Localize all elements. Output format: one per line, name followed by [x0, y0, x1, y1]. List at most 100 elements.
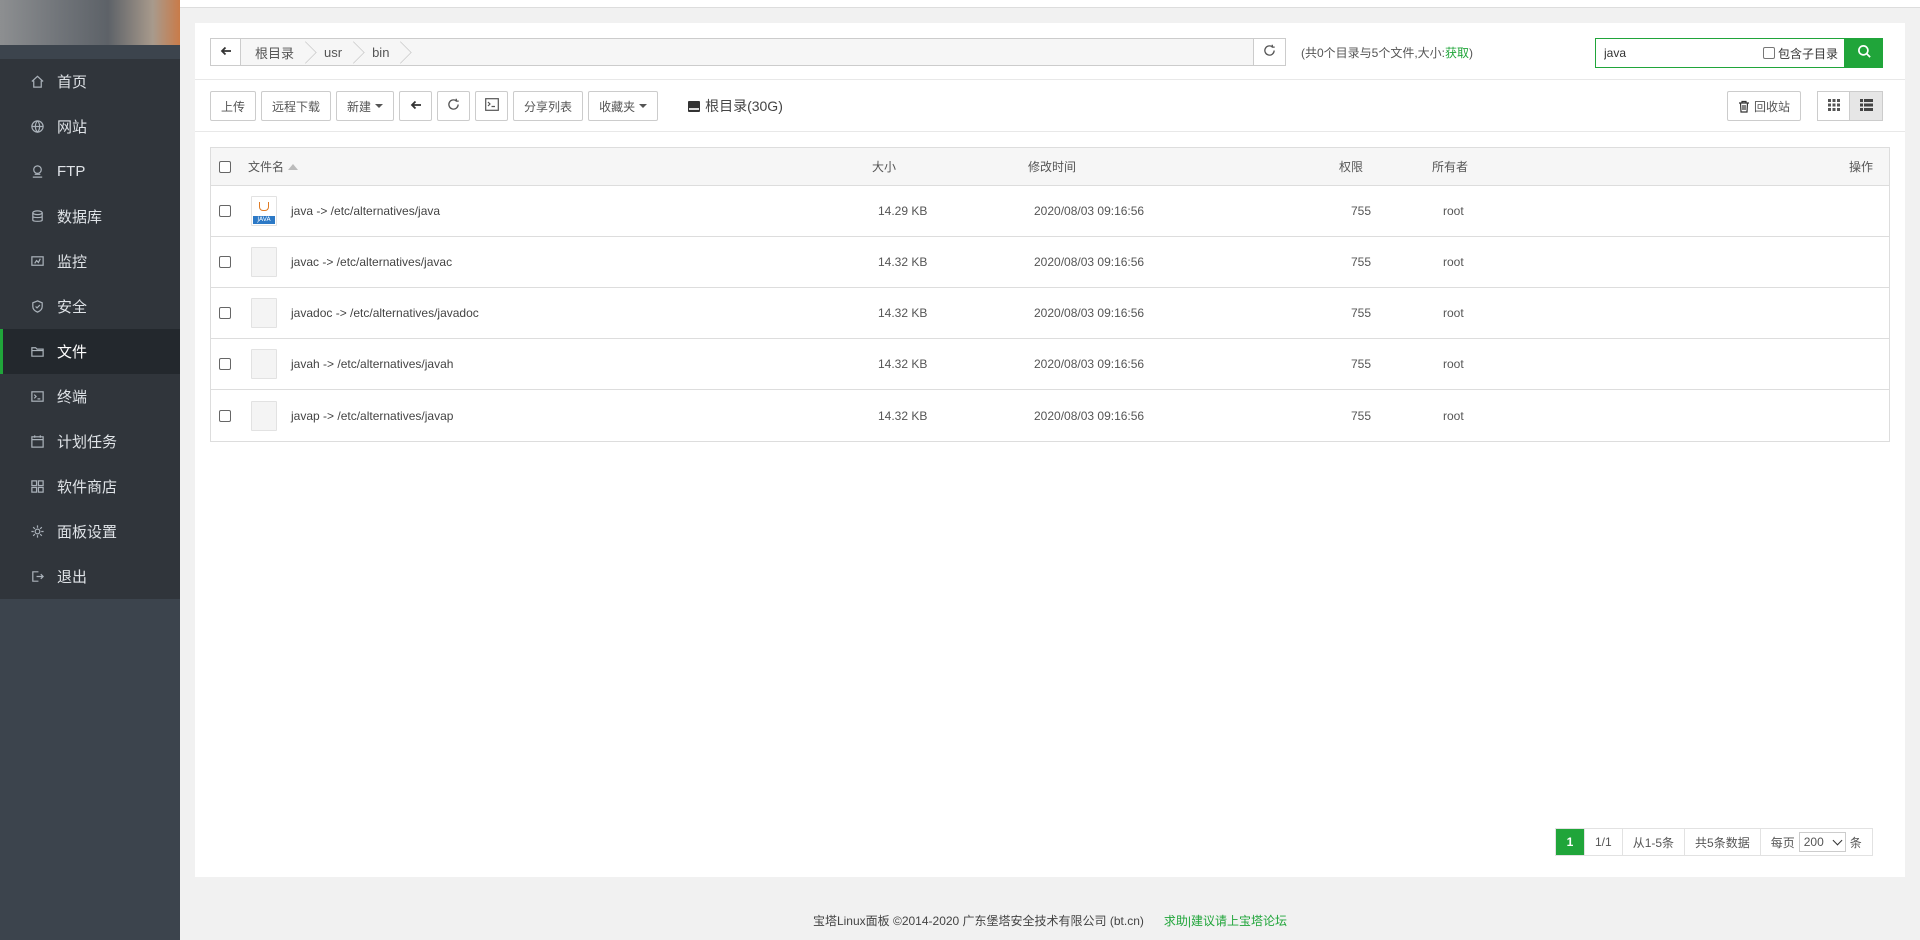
file-owner[interactable]: root — [1443, 255, 1464, 269]
row-checkbox[interactable] — [219, 307, 231, 319]
file-owner[interactable]: root — [1443, 204, 1464, 218]
row-checkbox[interactable] — [219, 409, 231, 422]
per-page-value: 200 — [1803, 835, 1824, 849]
sidebar-item-label: 网站 — [57, 119, 88, 136]
file-mtime: 2020/08/03 09:16:56 — [1034, 408, 1145, 423]
table-row[interactable]: javap -> /etc/alternatives/javap 14.32 K… — [211, 390, 1889, 441]
table-row[interactable]: javac -> /etc/alternatives/javac 14.32 K… — [211, 237, 1889, 288]
table-row[interactable]: javadoc -> /etc/alternatives/javadoc 14.… — [211, 288, 1889, 339]
search-button[interactable] — [1845, 38, 1883, 68]
file-size: 14.32 KB — [878, 408, 928, 423]
sidebar: 首页 网站 FTP 数据库 监控 安全 文件 终端 计划任务 软件商店 面板设置… — [0, 0, 180, 940]
sidebar-item-terminal[interactable]: 终端 — [0, 374, 180, 419]
per-page-label: 每页 — [1770, 835, 1795, 850]
per-page-select[interactable]: 200 — [1798, 832, 1846, 852]
search-input[interactable] — [1596, 40, 1746, 66]
remote-download-button[interactable]: 远程下载 — [261, 91, 332, 121]
file-owner[interactable]: root — [1443, 357, 1464, 371]
sidebar-item-store[interactable]: 软件商店 — [0, 464, 180, 509]
back-button[interactable] — [399, 91, 433, 121]
monitor-icon — [29, 254, 45, 270]
sidebar-item-label: 监控 — [57, 254, 88, 271]
header-name[interactable]: 文件名 — [248, 148, 299, 185]
file-perm[interactable]: 755 — [1351, 204, 1371, 218]
header-owner[interactable]: 所有者 — [1432, 148, 1468, 185]
get-size-link[interactable]: 获取 — [1445, 46, 1469, 60]
row-checkbox[interactable] — [219, 205, 231, 217]
recycle-bin-button[interactable]: 回收站 — [1727, 91, 1802, 121]
share-list-button[interactable]: 分享列表 — [513, 91, 584, 121]
new-dropdown-button[interactable]: 新建 — [336, 91, 395, 121]
select-all-checkbox[interactable] — [219, 160, 231, 173]
file-name[interactable]: javadoc -> /etc/alternatives/javadoc — [291, 306, 479, 320]
breadcrumb-bin[interactable]: bin — [358, 39, 405, 65]
root-disk-button[interactable]: 根目录(30G) — [688, 96, 783, 116]
terminal-button[interactable] — [475, 91, 509, 121]
header-action-label: 操作 — [1848, 160, 1873, 174]
sidebar-item-label: 退出 — [57, 569, 88, 586]
file-perm[interactable]: 755 — [1351, 306, 1371, 320]
file-name[interactable]: javac -> /etc/alternatives/javac — [291, 255, 452, 269]
table-row[interactable]: javah -> /etc/alternatives/javah 14.32 K… — [211, 339, 1889, 390]
breadcrumb-label: 根目录 — [255, 45, 295, 61]
sidebar-item-label: 首页 — [57, 74, 88, 91]
folder-icon — [29, 344, 45, 360]
database-icon — [29, 209, 45, 225]
header-perm[interactable]: 权限 — [1339, 148, 1363, 185]
forum-link[interactable]: 求助|建议请上宝塔论坛 — [1164, 914, 1287, 928]
sidebar-item-monitor[interactable]: 监控 — [0, 239, 180, 284]
gear-icon — [29, 524, 45, 540]
sidebar-item-security[interactable]: 安全 — [0, 284, 180, 329]
file-owner[interactable]: root — [1443, 306, 1464, 320]
sidebar-item-cron[interactable]: 计划任务 — [0, 419, 180, 464]
table-row[interactable]: JAVA java -> /etc/alternatives/java 14.2… — [211, 186, 1889, 237]
header-size[interactable]: 大小 — [872, 148, 896, 185]
path-input-area[interactable] — [405, 39, 1253, 65]
file-size: 14.29 KB — [878, 204, 928, 218]
file-perm[interactable]: 755 — [1351, 409, 1371, 423]
header-name-label: 文件名 — [248, 160, 285, 174]
list-view-button[interactable] — [1850, 91, 1883, 121]
path-back-button[interactable] — [211, 39, 241, 65]
header-perm-label: 权限 — [1339, 160, 1364, 174]
sidebar-item-home[interactable]: 首页 — [0, 59, 180, 104]
file-owner[interactable]: root — [1443, 409, 1464, 423]
directory-info: (共0个目录与5个文件,大小:获取) — [1301, 44, 1473, 61]
path-refresh-button[interactable] — [1253, 39, 1285, 65]
sort-asc-icon — [288, 163, 299, 170]
trash-icon — [1738, 100, 1750, 113]
select-all-cell — [219, 148, 231, 185]
caret-down-icon — [639, 104, 648, 108]
file-perm[interactable]: 755 — [1351, 255, 1371, 269]
sidebar-item-files[interactable]: 文件 — [0, 329, 180, 374]
sidebar-item-logout[interactable]: 退出 — [0, 554, 180, 599]
sidebar-item-database[interactable]: 数据库 — [0, 194, 180, 239]
file-size: 14.32 KB — [878, 255, 928, 269]
refresh-button[interactable] — [437, 91, 471, 121]
breadcrumb-root[interactable]: 根目录 — [241, 39, 310, 65]
sidebar-item-label: 终端 — [57, 389, 88, 406]
include-subdir-option[interactable]: 包含子目录 — [1762, 45, 1844, 62]
row-checkbox[interactable] — [219, 358, 231, 370]
grid-view-button[interactable] — [1817, 91, 1850, 121]
file-perm[interactable]: 755 — [1351, 357, 1371, 371]
sidebar-item-settings[interactable]: 面板设置 — [0, 509, 180, 554]
file-name[interactable]: javap -> /etc/alternatives/javap — [291, 409, 453, 423]
page-current[interactable]: 1 — [1556, 829, 1584, 855]
favorites-dropdown-button[interactable]: 收藏夹 — [588, 91, 659, 121]
sidebar-item-label: 文件 — [57, 344, 88, 361]
file-name[interactable]: java -> /etc/alternatives/java — [291, 204, 440, 218]
file-name[interactable]: javah -> /etc/alternatives/javah — [291, 357, 453, 371]
upload-button[interactable]: 上传 — [210, 91, 257, 121]
row-checkbox[interactable] — [219, 256, 231, 268]
footer: 宝塔Linux面板 ©2014-2020 广东堡塔安全技术有限公司 (bt.cn… — [180, 912, 1920, 929]
terminal-icon — [484, 98, 499, 114]
include-subdir-checkbox[interactable] — [1762, 47, 1775, 59]
logo — [0, 0, 180, 55]
sidebar-item-website[interactable]: 网站 — [0, 104, 180, 149]
header-mtime[interactable]: 修改时间 — [1028, 148, 1076, 185]
caret-down-icon — [375, 104, 384, 108]
breadcrumb-usr[interactable]: usr — [310, 39, 358, 65]
breadcrumb-label: usr — [324, 44, 343, 60]
sidebar-item-ftp[interactable]: FTP — [0, 149, 180, 194]
